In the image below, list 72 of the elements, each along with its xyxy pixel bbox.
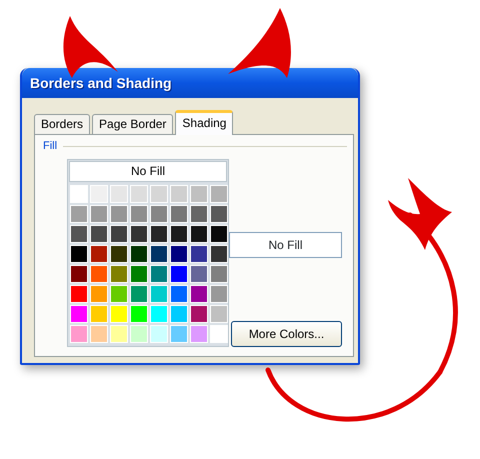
color-swatch[interactable] xyxy=(90,204,108,222)
color-swatch[interactable] xyxy=(170,304,188,322)
color-swatch[interactable] xyxy=(150,284,168,302)
color-swatch[interactable] xyxy=(110,244,128,262)
color-swatch[interactable] xyxy=(190,324,208,342)
color-swatch[interactable] xyxy=(170,244,188,262)
color-swatch[interactable] xyxy=(150,244,168,262)
color-swatch[interactable] xyxy=(190,244,208,262)
color-swatch[interactable] xyxy=(110,264,128,282)
color-swatch[interactable] xyxy=(170,284,188,302)
color-swatch[interactable] xyxy=(210,184,228,202)
color-swatch[interactable] xyxy=(210,264,228,282)
color-swatch[interactable] xyxy=(70,264,88,282)
color-swatch[interactable] xyxy=(110,184,128,202)
color-swatch[interactable] xyxy=(130,184,148,202)
color-swatch[interactable] xyxy=(210,284,228,302)
tab[interactable]: Page Border xyxy=(92,114,174,134)
selected-color-preview: No Fill xyxy=(229,232,342,258)
color-swatch[interactable] xyxy=(90,324,108,342)
color-swatch[interactable] xyxy=(90,244,108,262)
color-swatch[interactable] xyxy=(130,324,148,342)
color-swatch[interactable] xyxy=(130,224,148,242)
color-swatch[interactable] xyxy=(110,204,128,222)
color-swatch[interactable] xyxy=(90,304,108,322)
color-swatch[interactable] xyxy=(130,304,148,322)
color-swatch[interactable] xyxy=(90,284,108,302)
color-swatch[interactable] xyxy=(150,204,168,222)
color-swatch[interactable] xyxy=(170,204,188,222)
color-swatch[interactable] xyxy=(110,304,128,322)
color-swatch[interactable] xyxy=(70,304,88,322)
color-swatch[interactable] xyxy=(70,324,88,342)
color-swatch[interactable] xyxy=(170,184,188,202)
color-swatch[interactable] xyxy=(110,324,128,342)
color-swatch[interactable] xyxy=(150,324,168,342)
color-swatch[interactable] xyxy=(150,264,168,282)
color-swatch[interactable] xyxy=(170,324,188,342)
color-swatch[interactable] xyxy=(90,224,108,242)
color-swatch[interactable] xyxy=(190,264,208,282)
color-swatch[interactable] xyxy=(170,224,188,242)
color-swatch[interactable] xyxy=(70,184,88,202)
no-fill-option[interactable]: No Fill xyxy=(69,160,227,182)
color-swatch[interactable] xyxy=(210,204,228,222)
color-swatch[interactable] xyxy=(190,284,208,302)
color-swatch[interactable] xyxy=(110,224,128,242)
tab[interactable]: Shading xyxy=(175,110,234,135)
color-swatch[interactable] xyxy=(70,284,88,302)
window-title: Borders and Shading xyxy=(22,68,358,98)
tab[interactable]: Borders xyxy=(34,114,90,134)
color-swatch[interactable] xyxy=(190,204,208,222)
color-swatch[interactable] xyxy=(110,284,128,302)
color-swatch[interactable] xyxy=(210,304,228,322)
color-swatch[interactable] xyxy=(130,264,148,282)
color-swatch[interactable] xyxy=(190,304,208,322)
color-swatch[interactable] xyxy=(130,204,148,222)
color-swatch[interactable] xyxy=(150,304,168,322)
color-swatch[interactable] xyxy=(70,244,88,262)
color-swatch[interactable] xyxy=(90,184,108,202)
color-swatch[interactable] xyxy=(150,224,168,242)
fill-label: Fill xyxy=(43,139,58,154)
color-swatch[interactable] xyxy=(190,224,208,242)
color-swatch[interactable] xyxy=(210,244,228,262)
color-swatch[interactable] xyxy=(210,324,228,342)
color-swatch[interactable] xyxy=(150,184,168,202)
color-swatch[interactable] xyxy=(130,284,148,302)
color-swatch[interactable] xyxy=(90,264,108,282)
color-swatch[interactable] xyxy=(210,224,228,242)
color-swatch[interactable] xyxy=(170,264,188,282)
color-swatch[interactable] xyxy=(70,204,88,222)
color-swatch[interactable] xyxy=(130,244,148,262)
more-colors-button[interactable]: More Colors... xyxy=(231,320,342,346)
color-swatch[interactable] xyxy=(70,224,88,242)
color-swatch[interactable] xyxy=(190,184,208,202)
